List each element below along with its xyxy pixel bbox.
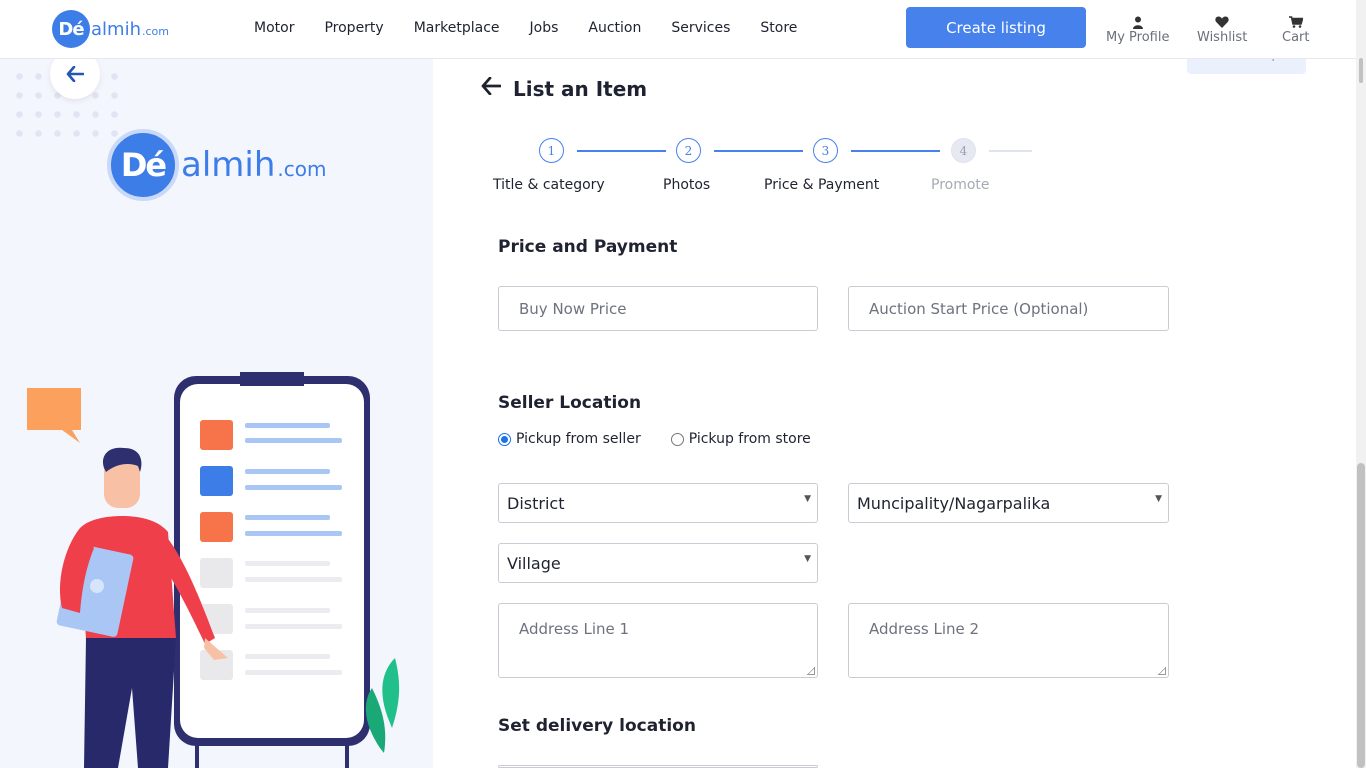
scrollbar-marker	[1359, 58, 1363, 83]
address-line-2-placeholder: Address Line 2	[869, 620, 980, 638]
logo-badge-large: Dé	[107, 129, 179, 201]
pickup-radio-group: Pickup from seller Pickup from store	[498, 431, 841, 447]
step-connector	[714, 150, 803, 152]
page-header: List an Item	[481, 76, 647, 101]
delivery-section-title: Set delivery location	[498, 716, 696, 736]
logo-tld-large: .com	[277, 157, 327, 181]
district-select[interactable]: District ▼	[498, 483, 818, 523]
village-select-value: Village	[507, 553, 561, 573]
wishlist-link[interactable]: Wishlist	[1197, 16, 1247, 45]
chevron-down-icon: ▼	[804, 554, 811, 564]
step-connector	[851, 150, 940, 152]
auction-start-price-input[interactable]: Auction Start Price (Optional)	[848, 286, 1169, 331]
nav-marketplace[interactable]: Marketplace	[414, 20, 500, 36]
step-1-circle[interactable]: 1	[539, 138, 564, 163]
step-1-label[interactable]: Title & category	[493, 177, 605, 193]
municipality-select-value: Muncipality/Nagarpalika	[857, 493, 1051, 513]
top-navbar: Dé almih .com Motor Property Marketplace…	[0, 0, 1356, 59]
step-connector	[989, 150, 1032, 152]
address-line-1-placeholder: Address Line 1	[519, 620, 630, 638]
step-3-circle[interactable]: 3	[813, 138, 838, 163]
pickup-from-store-radio[interactable]	[670, 432, 684, 446]
step-3-label[interactable]: Price & Payment	[764, 177, 879, 193]
seller-location-title: Seller Location	[498, 393, 642, 413]
user-icon	[1106, 16, 1169, 30]
brand-logo[interactable]: Dé almih .com	[52, 10, 169, 48]
left-illustration-panel: Dé almih .com	[0, 59, 433, 768]
page-scrollbar[interactable]	[1356, 0, 1366, 768]
cart-icon	[1282, 16, 1310, 30]
brand-logo-large: Dé almih .com	[107, 129, 326, 201]
nav-services[interactable]: Services	[671, 20, 730, 36]
cart-label: Cart	[1282, 30, 1310, 45]
address-line-1-textarea[interactable]: Address Line 1	[498, 603, 818, 678]
back-arrow-button[interactable]	[481, 76, 502, 101]
my-profile-link[interactable]: My Profile	[1106, 16, 1169, 45]
resize-handle-icon[interactable]	[807, 667, 815, 675]
nav-jobs[interactable]: Jobs	[530, 20, 559, 36]
pickup-from-store-label: Pickup from store	[688, 431, 811, 447]
municipality-select[interactable]: Muncipality/Nagarpalika ▼	[848, 483, 1169, 523]
heart-icon	[1197, 16, 1247, 30]
chevron-down-icon: ▼	[1155, 494, 1162, 504]
arrow-left-icon	[481, 76, 502, 96]
chevron-down-icon: ▼	[804, 494, 811, 504]
village-select[interactable]: Village ▼	[498, 543, 818, 583]
step-2-circle[interactable]: 2	[676, 138, 701, 163]
pickup-from-seller-label: Pickup from seller	[516, 431, 641, 447]
create-listing-button[interactable]: Create listing	[906, 7, 1086, 48]
pickup-from-store-option[interactable]: Pickup from store	[670, 431, 811, 447]
progress-stepper: 1 2 3 4 Title & category Photos Price & …	[490, 138, 1050, 198]
nav-property[interactable]: Property	[324, 20, 383, 36]
wishlist-label: Wishlist	[1197, 30, 1248, 45]
cart-link[interactable]: Cart	[1282, 16, 1310, 45]
price-section-title: Price and Payment	[498, 237, 678, 257]
pickup-from-seller-option[interactable]: Pickup from seller	[498, 431, 641, 447]
arrow-left-icon	[66, 66, 84, 82]
step-4-circle[interactable]: 4	[951, 138, 976, 163]
step-4-label[interactable]: Promote	[931, 177, 990, 193]
main-nav: Motor Property Marketplace Jobs Auction …	[254, 20, 827, 36]
my-profile-label: My Profile	[1106, 30, 1170, 45]
nav-auction[interactable]: Auction	[588, 20, 641, 36]
step-2-label[interactable]: Photos	[663, 177, 710, 193]
district-select-value: District	[507, 493, 565, 513]
logo-word-large: almih	[181, 145, 276, 185]
step-connector	[577, 150, 666, 152]
pickup-from-seller-radio[interactable]	[498, 432, 511, 446]
listing-illustration	[27, 372, 400, 768]
nav-store[interactable]: Store	[760, 20, 797, 36]
logo-tld: .com	[141, 24, 169, 38]
buy-now-price-input[interactable]: Buy Now Price	[498, 286, 818, 331]
page-title: List an Item	[513, 76, 648, 101]
nav-motor[interactable]: Motor	[254, 20, 294, 36]
logo-badge: Dé	[52, 10, 90, 48]
logo-word: almih	[91, 18, 141, 40]
address-line-2-textarea[interactable]: Address Line 2	[848, 603, 1169, 678]
resize-handle-icon[interactable]	[1158, 667, 1166, 675]
scrollbar-thumb[interactable]	[1357, 463, 1365, 768]
